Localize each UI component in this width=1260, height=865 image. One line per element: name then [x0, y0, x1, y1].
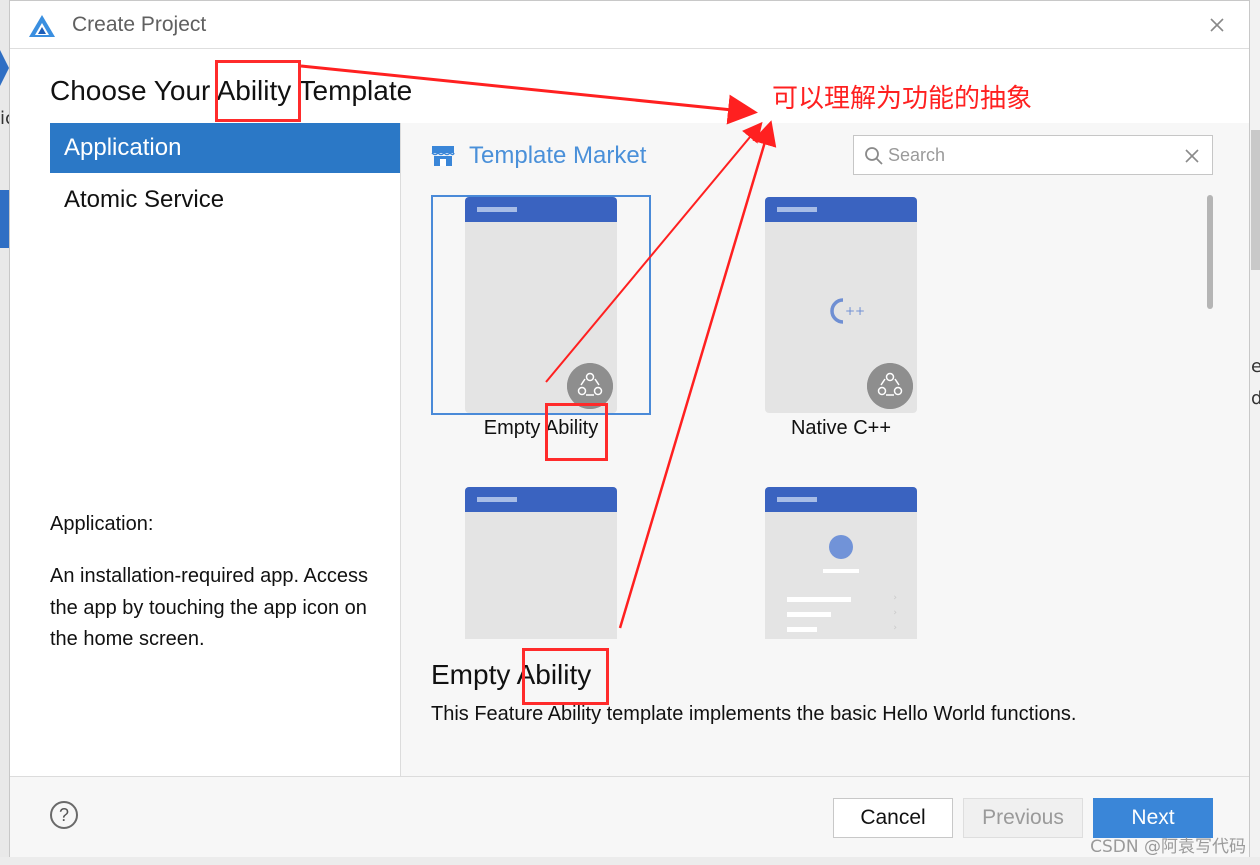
category-description-title: Application:	[50, 513, 154, 535]
background-chevron-icon	[0, 50, 9, 86]
cpp-icon: ++	[830, 298, 865, 324]
background-scrollbar	[1251, 130, 1260, 270]
chevron-right-icon: ›	[893, 593, 897, 603]
sidebar-item-application[interactable]: Application	[50, 123, 400, 173]
template-category-sidebar: Application Atomic Service Application: …	[50, 123, 400, 777]
background-text-fragment: e	[1251, 356, 1260, 377]
preview-header	[765, 197, 917, 222]
template-card-blank[interactable]	[431, 473, 651, 639]
template-detail-description: This Feature Ability template implements…	[431, 703, 1077, 725]
template-card-label: Native C++	[790, 417, 892, 439]
clear-search-icon[interactable]	[1182, 146, 1202, 166]
template-preview	[465, 197, 617, 413]
template-market-link[interactable]: Template Market	[431, 141, 646, 171]
preview-list-row	[787, 612, 831, 617]
annotation-box-card-label	[545, 403, 608, 461]
template-search[interactable]	[853, 135, 1213, 175]
template-card-empty-ability[interactable]: Empty Ability	[431, 183, 651, 463]
close-icon[interactable]	[1205, 13, 1229, 37]
watermark: CSDN @阿袁写代码	[1090, 837, 1246, 857]
background-window-left-edge	[0, 0, 9, 865]
preview-name-line	[823, 569, 859, 573]
preview-header	[465, 487, 617, 512]
template-list-scrollbar[interactable]	[1207, 195, 1213, 309]
background-window-tab	[0, 190, 9, 248]
preview-list-row	[787, 627, 817, 632]
background-bottom-edge	[0, 857, 1260, 865]
template-card-label: Empty Ability	[483, 417, 599, 439]
template-preview: ++	[765, 197, 917, 413]
template-preview	[465, 487, 617, 639]
search-input[interactable]	[888, 140, 1168, 170]
dialog-title: Create Project	[72, 13, 207, 36]
background-text-fragment: d	[1251, 388, 1260, 409]
svg-text:++: ++	[845, 304, 865, 318]
chevron-right-icon: ›	[893, 623, 897, 633]
preview-header	[465, 197, 617, 222]
dialog-titlebar[interactable]: Create Project	[10, 1, 1249, 49]
search-icon	[865, 147, 883, 165]
sidebar-item-atomic-service[interactable]: Atomic Service	[50, 175, 400, 225]
template-preview: › › ›	[765, 487, 917, 639]
deveco-logo-icon	[29, 15, 55, 37]
preview-header	[765, 487, 917, 512]
dialog-footer: ? Cancel Previous Next	[10, 777, 1249, 857]
create-project-dialog: Create Project Choose Your Ability Templ…	[9, 0, 1250, 857]
chevron-right-icon: ›	[893, 608, 897, 618]
ability-badge-icon	[867, 363, 913, 409]
template-market-label: Template Market	[469, 142, 647, 169]
annotation-box-detail-title	[522, 648, 609, 705]
template-grid: Empty Ability ++ Native C++ › › ›	[401, 183, 1201, 639]
annotation-box-heading	[215, 60, 301, 122]
preview-list-row	[787, 597, 851, 602]
help-icon[interactable]: ?	[50, 801, 78, 829]
previous-button[interactable]: Previous	[963, 798, 1083, 838]
avatar-icon	[829, 535, 853, 559]
template-card-native-cpp[interactable]: ++ Native C++	[731, 183, 951, 463]
template-card-profile[interactable]: › › ›	[731, 473, 951, 639]
store-icon	[431, 146, 455, 166]
category-description-body: An installation-required app. Access the…	[50, 565, 368, 650]
annotation-note: 可以理解为功能的抽象	[772, 84, 1033, 114]
cancel-button[interactable]: Cancel	[833, 798, 953, 838]
